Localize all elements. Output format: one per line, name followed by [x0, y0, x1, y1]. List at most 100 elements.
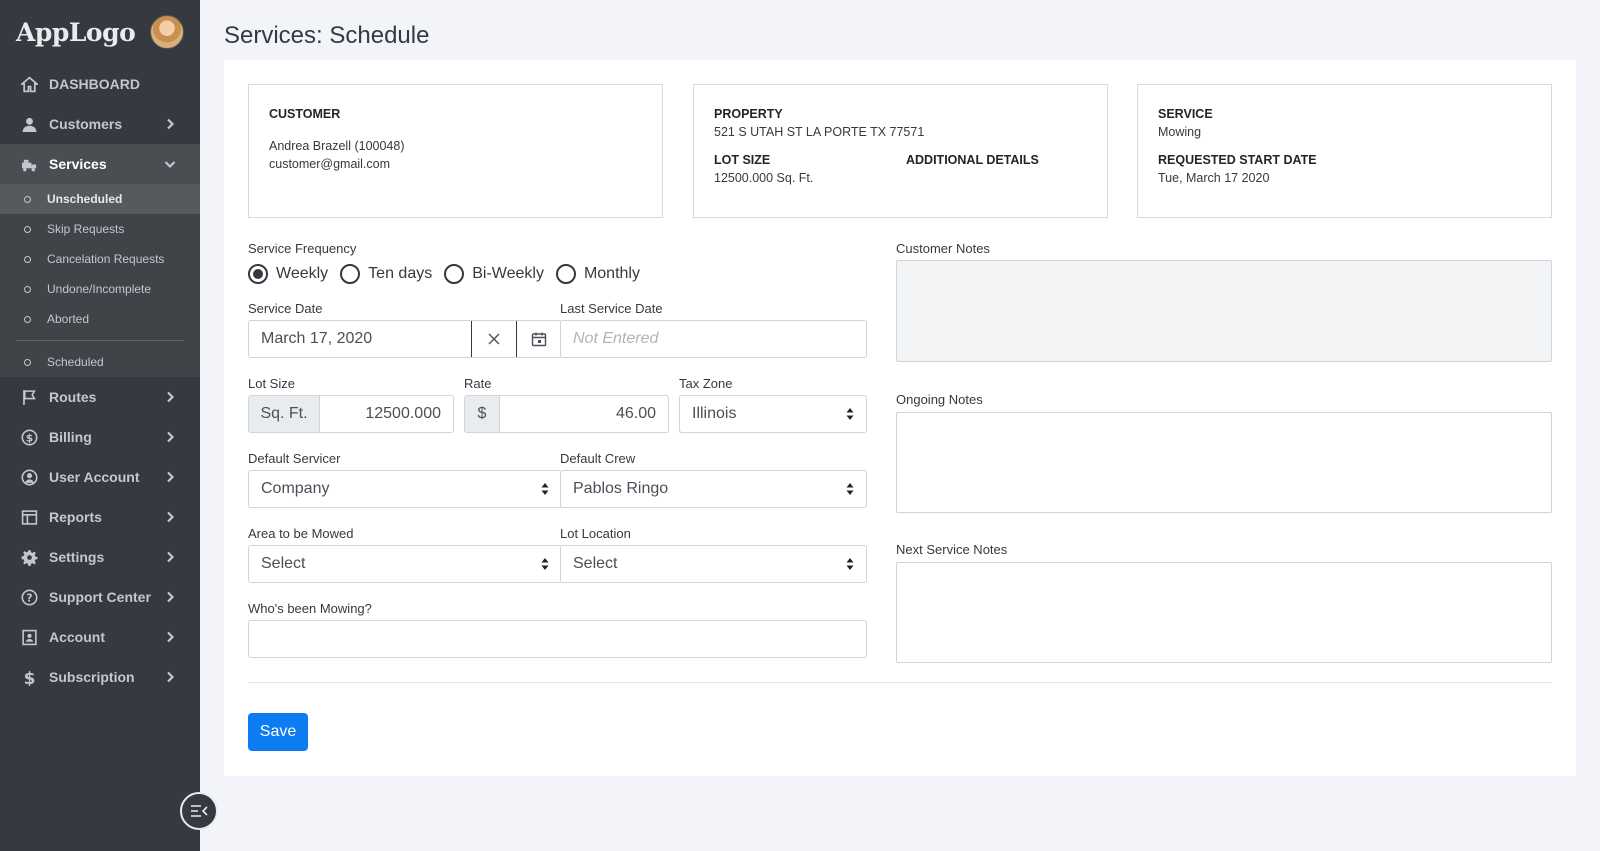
service-date-input[interactable]: March 17, 2020: [248, 320, 562, 358]
sidebar-item-reports[interactable]: Reports: [0, 497, 200, 537]
sidebar-item-billing[interactable]: $ Billing: [0, 417, 200, 457]
id-card-icon: [20, 628, 38, 646]
sidebar-item-label: DASHBOARD: [49, 76, 140, 92]
avatar[interactable]: [150, 15, 184, 49]
radio-circle[interactable]: [340, 264, 361, 284]
radio-label: Monthly: [583, 265, 640, 282]
property-heading: PROPERTY: [714, 107, 783, 121]
chevron-right-icon: [164, 590, 176, 603]
sidebar-item-account[interactable]: Account: [0, 617, 200, 657]
service-date-value: March 17, 2020: [261, 330, 373, 347]
radio-dot: [253, 269, 263, 279]
sidebar-item-label: Customers: [49, 116, 123, 132]
circle-icon: [24, 315, 31, 323]
clear-date-button[interactable]: [471, 321, 516, 357]
service-card: SERVICE Mowing REQUESTED START DATE Tue,…: [1137, 84, 1552, 218]
tax-zone-select[interactable]: Illinois: [679, 395, 867, 433]
svg-text:$: $: [25, 431, 32, 444]
sidebar-item-dashboard[interactable]: DASHBOARD: [0, 64, 200, 104]
sidebar-item-subscription[interactable]: $ Subscription: [0, 657, 200, 697]
submenu-divider: [16, 340, 184, 341]
area-to-be-mowed-value: Select: [261, 555, 306, 572]
radio-label: Weekly: [276, 265, 329, 282]
additional-details-heading: ADDITIONAL DETAILS: [906, 153, 1039, 167]
default-crew-value: Pablos Ringo: [573, 480, 669, 497]
app-logo[interactable]: AppLogo: [16, 18, 136, 47]
lot-location-select[interactable]: Select: [560, 545, 867, 583]
next-service-notes-label: Next Service Notes: [896, 542, 1008, 557]
submenu-item-aborted[interactable]: Aborted: [0, 304, 200, 334]
submenu-item-undone-incomplete[interactable]: Undone/Incomplete: [0, 274, 200, 304]
chevron-right-icon: [164, 550, 176, 563]
radio-bi-weekly[interactable]: Bi-Weekly: [444, 264, 544, 284]
sidebar-item-label: Services: [49, 156, 107, 172]
submenu-label: Cancelation Requests: [47, 252, 165, 266]
user-circle-icon: [20, 468, 38, 486]
rate-input[interactable]: $ 46.00: [464, 395, 669, 433]
sidebar-collapse-button[interactable]: [180, 792, 218, 830]
circle-icon: [24, 285, 31, 293]
service-name: Mowing: [1158, 125, 1202, 139]
last-service-date-input[interactable]: Not Entered: [560, 320, 867, 358]
default-crew-select[interactable]: Pablos Ringo: [560, 470, 867, 508]
customer-notes-label: Customer Notes: [896, 241, 990, 256]
property-address: 521 S UTAH ST LA PORTE TX 77571: [714, 125, 925, 139]
truck-mower-icon: [20, 155, 38, 173]
sidebar-item-support-center[interactable]: ? Support Center: [0, 577, 200, 617]
next-service-notes-textarea[interactable]: [896, 562, 1552, 663]
default-servicer-label: Default Servicer: [248, 451, 341, 466]
radio-circle[interactable]: [555, 264, 576, 284]
submenu-label: Skip Requests: [47, 222, 125, 236]
lot-location-label: Lot Location: [560, 526, 631, 541]
rate-label: Rate: [464, 376, 492, 391]
sidebar-item-label: Subscription: [49, 669, 135, 685]
submenu-label: Undone/Incomplete: [47, 282, 152, 296]
chevron-right-icon: [164, 430, 176, 443]
brand: AppLogo: [0, 0, 200, 64]
chevron-right-icon: [164, 630, 176, 643]
requested-start-date: Tue, March 17 2020: [1158, 171, 1270, 185]
submenu-item-unscheduled[interactable]: Unscheduled: [0, 184, 200, 214]
radio-circle[interactable]: [444, 264, 465, 284]
menu-collapse-icon: [191, 805, 208, 817]
sidebar-item-label: Routes: [49, 389, 97, 405]
table-icon: [20, 508, 38, 526]
page-title: Services: Schedule: [224, 22, 430, 49]
submenu-item-skip-requests[interactable]: Skip Requests: [0, 214, 200, 244]
sidebar-item-routes[interactable]: Routes: [0, 377, 200, 417]
sidebar-item-user-account[interactable]: User Account: [0, 457, 200, 497]
ongoing-notes-textarea[interactable]: [896, 412, 1552, 513]
default-servicer-select[interactable]: Company: [248, 470, 562, 508]
sidebar-item-settings[interactable]: Settings: [0, 537, 200, 577]
chevron-right-icon: [164, 117, 176, 130]
lot-size-input[interactable]: Sq. Ft. 12500.000: [248, 395, 454, 433]
chevron-right-icon: [164, 390, 176, 403]
service-date-label: Service Date: [248, 301, 323, 316]
dollar-circle-icon: $: [20, 428, 38, 446]
whos-been-mowing-input[interactable]: [248, 620, 867, 658]
lot-location-value: Select: [573, 555, 618, 572]
sidebar-item-services[interactable]: Services: [0, 144, 200, 184]
customer-heading: CUSTOMER: [269, 107, 341, 121]
circle-icon: [24, 195, 31, 203]
form-divider: [248, 682, 1552, 683]
last-service-date-placeholder: Not Entered: [573, 330, 659, 347]
sidebar-item-label: Support Center: [49, 589, 151, 605]
submenu-item-scheduled[interactable]: Scheduled: [0, 347, 200, 377]
radio-weekly[interactable]: Weekly: [248, 264, 328, 284]
calendar-button[interactable]: [516, 321, 561, 357]
radio-ten-days[interactable]: Ten days: [340, 264, 432, 284]
save-button[interactable]: Save: [248, 713, 308, 751]
dollar-icon: $: [20, 668, 38, 686]
radio-monthly[interactable]: Monthly: [555, 264, 640, 284]
close-icon: [488, 333, 500, 345]
sidebar-item-label: Reports: [49, 509, 102, 525]
select-arrows-icon: [541, 558, 549, 570]
whos-been-mowing-label: Who's been Mowing?: [248, 601, 372, 616]
sidebar-item-customers[interactable]: Customers: [0, 104, 200, 144]
area-to-be-mowed-select[interactable]: Select: [248, 545, 562, 583]
submenu-item-cancelation-requests[interactable]: Cancelation Requests: [0, 244, 200, 274]
customer-notes-textarea[interactable]: [896, 260, 1552, 362]
radio-circle[interactable]: [248, 264, 268, 284]
default-servicer-value: Company: [261, 480, 330, 497]
